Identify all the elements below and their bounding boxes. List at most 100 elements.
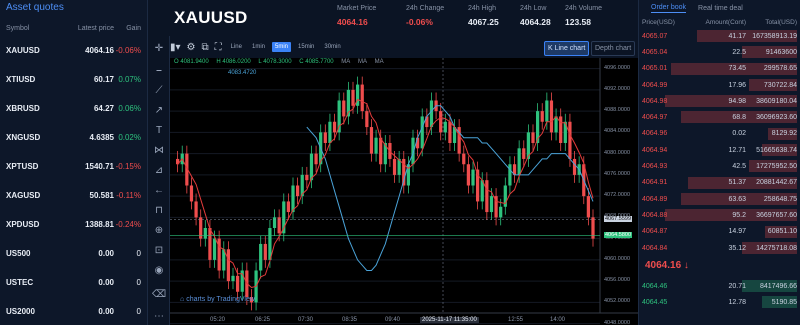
ask-row[interactable]: 4064.88 95.2 36697657.60 xyxy=(639,207,800,223)
ask-row[interactable]: 4064.89 63.63 258648.75 xyxy=(639,191,800,207)
quote-gain: 0.07% xyxy=(118,75,141,84)
candle xyxy=(448,121,452,143)
order-amount: 73.45 xyxy=(728,65,746,73)
quote-gain: 0 xyxy=(136,249,141,258)
price-tick-label: 4080.0000 xyxy=(604,149,630,156)
quote-price: 1388.81 xyxy=(85,220,114,229)
more-icon[interactable]: ⋯ xyxy=(152,310,166,324)
candle xyxy=(263,243,267,260)
ask-row[interactable]: 4065.07 41.17 167358913.19 xyxy=(639,28,800,44)
time-tick-label: 09:40 xyxy=(385,317,401,323)
quote-price: 4.6385 xyxy=(89,133,114,142)
ask-row[interactable]: 4064.98 94.98 38609180.04 xyxy=(639,93,800,109)
interval-1min[interactable]: 1min xyxy=(249,42,268,52)
zoom-icon[interactable]: ⊕ xyxy=(152,224,166,238)
order-total: 8129.92 xyxy=(771,130,797,138)
asset-quotes-title: Asset quotes xyxy=(6,2,64,13)
order-price: 4064.91 xyxy=(642,179,668,187)
horizontal-line-icon[interactable]: ⎯ xyxy=(152,64,166,78)
interval-line[interactable]: Line xyxy=(228,42,245,52)
quote-symbol: US500 xyxy=(6,249,31,258)
quote-row[interactable]: XBRUSD 64.27 0.06% xyxy=(0,94,147,123)
ask-row[interactable]: 4064.91 51.37 20881442.67 xyxy=(639,175,800,191)
ruler-icon[interactable]: ⊿ xyxy=(152,164,166,178)
quote-gain: -0.15% xyxy=(115,162,141,171)
tab-order-book[interactable]: Order book xyxy=(651,4,687,13)
ask-row[interactable]: 4064.93 42.5 17275952.50 xyxy=(639,158,800,174)
pattern-icon[interactable]: ⋈ xyxy=(152,144,166,158)
ray-icon[interactable]: ↗ xyxy=(152,104,166,118)
trend-line-icon[interactable]: ⟋ xyxy=(152,84,166,98)
settings-gear-icon[interactable]: ⚙ xyxy=(187,42,196,53)
order-total: 299578.65 xyxy=(763,65,797,73)
candle xyxy=(365,111,369,128)
quote-row[interactable]: XAUUSD 4064.16 -0.06% xyxy=(0,36,147,65)
magnet-icon[interactable]: ⊓ xyxy=(152,204,166,218)
ask-row[interactable]: 4065.04 22.5 91463600 xyxy=(639,44,800,60)
tradingview-watermark[interactable]: ⌂ charts by TradingView xyxy=(180,296,255,303)
quote-row[interactable]: XPTUSD 1540.71 -0.15% xyxy=(0,152,147,181)
order-total: 60851.10 xyxy=(767,228,797,236)
order-total: 17275952.50 xyxy=(756,163,797,171)
quote-row[interactable]: USTEC 0.00 0 xyxy=(0,268,147,297)
interval-30min[interactable]: 30min xyxy=(321,42,343,52)
quote-row[interactable]: XNGUSD 4.6385 0.02% xyxy=(0,123,147,152)
interval-5min[interactable]: 5min xyxy=(272,42,292,52)
candlestick-chart-svg[interactable] xyxy=(170,58,638,325)
ask-row[interactable]: 4064.84 35.12 14275718.08 xyxy=(639,240,800,256)
quote-price: 1540.71 xyxy=(85,162,114,171)
stat-24h-volume: 24h Volume 123.58 xyxy=(565,5,602,27)
order-amount: 0.02 xyxy=(732,130,746,138)
quote-gain: 0 xyxy=(136,278,141,287)
candle xyxy=(203,228,207,239)
price-tick-label: 4072.0000 xyxy=(604,192,630,199)
quote-row[interactable]: US2000 0.00 0 xyxy=(0,297,147,325)
candle xyxy=(374,137,378,154)
quote-symbol: XAUUSD xyxy=(6,46,40,55)
ask-row[interactable]: 4064.99 17.96 730722.84 xyxy=(639,77,800,93)
quote-row[interactable]: XPDUSD 1388.81 -0.24% xyxy=(0,210,147,239)
header-price: Price(USD) xyxy=(642,18,675,26)
candle xyxy=(231,275,235,282)
price-chart[interactable]: O 4081.9400 H 4086.0200 L 4078.3000 C 40… xyxy=(170,58,638,325)
ask-row[interactable]: 4064.87 14.97 60851.10 xyxy=(639,224,800,240)
bid-row[interactable]: 4064.46 20.71 8417496.66 xyxy=(639,278,800,294)
ask-row[interactable]: 4064.96 0.02 8129.92 xyxy=(639,126,800,142)
quote-gain: 0.06% xyxy=(118,104,141,113)
quote-row[interactable]: XAGUSD 50.581 -0.11% xyxy=(0,181,147,210)
price-tick-label: 4052.0000 xyxy=(604,298,630,305)
text-tool-icon[interactable]: T xyxy=(152,124,166,138)
ask-row[interactable]: 4064.94 12.71 51665638.74 xyxy=(639,142,800,158)
candle xyxy=(540,111,544,122)
ask-row[interactable]: 4064.97 68.8 36096923.60 xyxy=(639,109,800,125)
bid-row[interactable]: 4064.45 12.78 5190.85 xyxy=(639,294,800,310)
trash-icon[interactable]: ⌫ xyxy=(152,288,166,302)
tab-real-time-deal[interactable]: Real time deal xyxy=(698,5,743,12)
indicator-icon[interactable]: ▮▾ xyxy=(170,42,181,53)
quote-row[interactable]: XTIUSD 60.17 0.07% xyxy=(0,65,147,94)
fullscreen-icon[interactable]: ⛶ xyxy=(215,42,222,53)
candle xyxy=(328,121,332,143)
order-book-header: Price(USD) Amount(Cont) Total(USD) xyxy=(639,16,800,28)
quote-symbol: XAGUSD xyxy=(6,191,41,200)
crosshair-icon[interactable]: ✛ xyxy=(152,42,166,56)
time-tick-label: 08:35 xyxy=(342,317,358,323)
quote-symbol: XBRUSD xyxy=(6,104,40,113)
interval-15min[interactable]: 15min xyxy=(295,42,317,52)
lock-icon[interactable]: ⊡ xyxy=(152,244,166,258)
depth-chart-button[interactable]: Depth chart xyxy=(591,41,636,56)
back-arrow-icon[interactable]: ← xyxy=(152,184,166,198)
ask-row[interactable]: 4065.01 73.45 299578.65 xyxy=(639,61,800,77)
candle xyxy=(420,116,424,149)
quote-row[interactable]: US500 0.00 0 xyxy=(0,239,147,268)
candle xyxy=(517,148,521,175)
candle xyxy=(309,153,314,181)
kline-chart-button[interactable]: K Line chart xyxy=(544,41,590,56)
screenshot-icon[interactable]: ⧉ xyxy=(202,42,209,53)
order-total: 91463600 xyxy=(765,48,797,56)
candle xyxy=(305,174,309,181)
eye-icon[interactable]: ◉ xyxy=(152,264,166,278)
quote-symbol: XNGUSD xyxy=(6,133,41,142)
order-amount: 12.71 xyxy=(728,146,746,154)
order-amount: 42.5 xyxy=(732,163,746,171)
